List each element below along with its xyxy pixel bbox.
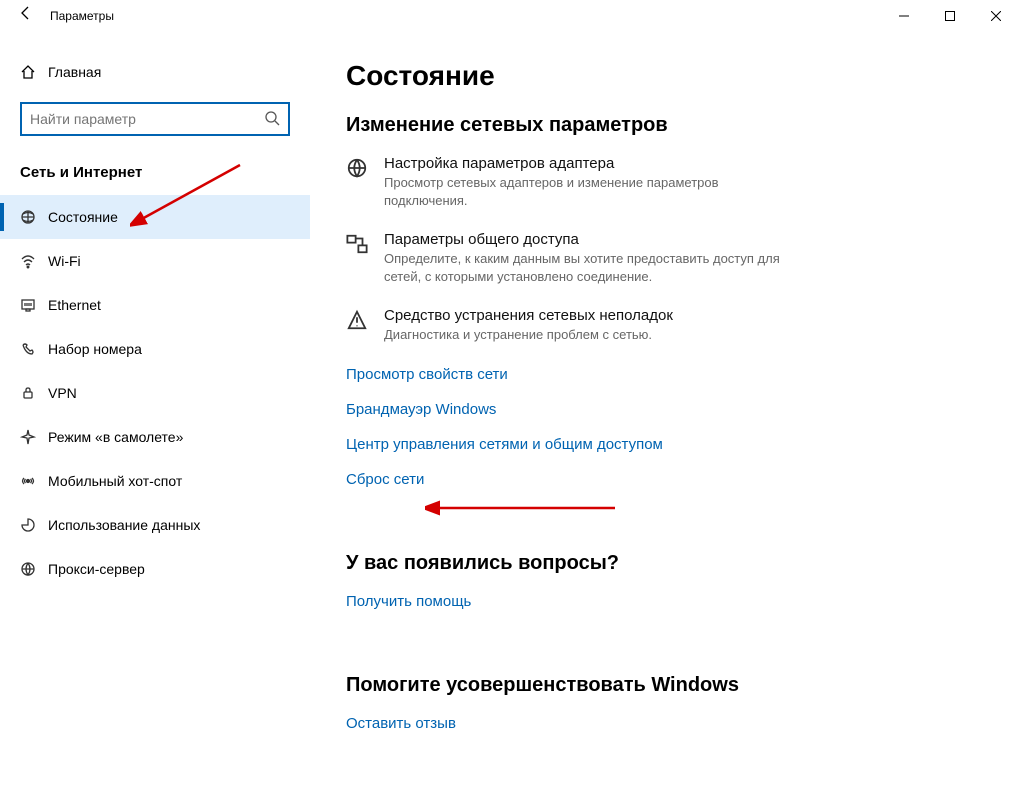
dialup-icon	[20, 341, 48, 357]
option-desc: Просмотр сетевых адаптеров и изменение п…	[384, 174, 804, 209]
wifi-icon	[20, 253, 48, 269]
proxy-icon	[20, 561, 48, 577]
sidebar-item-label: VPN	[48, 385, 77, 401]
sidebar-item-vpn[interactable]: VPN	[0, 371, 310, 415]
sidebar-item-label: Использование данных	[48, 517, 200, 533]
sidebar-item-label: Набор номера	[48, 341, 142, 357]
home-label: Главная	[48, 64, 101, 80]
option-title: Настройка параметров адаптера	[384, 155, 804, 172]
window-controls	[881, 0, 1019, 32]
link-give-feedback[interactable]: Оставить отзыв	[346, 715, 456, 732]
sidebar-item-label: Мобильный хот-спот	[48, 473, 182, 489]
link-network-properties[interactable]: Просмотр свойств сети	[346, 366, 508, 383]
data-usage-icon	[20, 517, 48, 533]
sidebar-item-wifi[interactable]: Wi-Fi	[0, 239, 310, 283]
option-title: Средство устранения сетевых неполадок	[384, 307, 673, 324]
minimize-button[interactable]	[881, 0, 927, 32]
option-title: Параметры общего доступа	[384, 231, 804, 248]
sidebar-item-label: Wi-Fi	[48, 253, 81, 269]
content-area: Состояние Изменение сетевых параметров Н…	[310, 32, 1019, 799]
link-get-help[interactable]: Получить помощь	[346, 593, 471, 610]
option-desc: Диагностика и устранение проблем с сетью…	[384, 326, 673, 344]
globe-icon	[346, 155, 370, 182]
feedback-title: Помогите усовершенствовать Windows	[346, 674, 979, 697]
home-icon	[20, 64, 48, 80]
sidebar-item-proxy[interactable]: Прокси-сервер	[0, 547, 310, 591]
link-network-center[interactable]: Центр управления сетями и общим доступом	[346, 436, 663, 453]
search-box[interactable]	[20, 102, 290, 136]
option-desc: Определите, к каким данным вы хотите пре…	[384, 250, 804, 285]
sidebar-item-data-usage[interactable]: Использование данных	[0, 503, 310, 547]
vpn-icon	[20, 385, 48, 401]
hotspot-icon	[20, 473, 48, 489]
back-button[interactable]	[10, 0, 42, 32]
option-troubleshoot[interactable]: Средство устранения сетевых неполадок Ди…	[346, 307, 979, 344]
page-title: Состояние	[346, 60, 979, 92]
sidebar-item-dialup[interactable]: Набор номера	[0, 327, 310, 371]
search-input[interactable]	[30, 111, 258, 127]
status-icon	[20, 209, 48, 225]
link-network-reset[interactable]: Сброс сети	[346, 471, 424, 488]
app-title: Параметры	[50, 9, 114, 23]
sidebar-item-label: Режим «в самолете»	[48, 429, 183, 445]
link-firewall[interactable]: Брандмауэр Windows	[346, 401, 496, 418]
sidebar-item-label: Состояние	[48, 209, 118, 225]
sidebar-item-status[interactable]: Состояние	[0, 195, 310, 239]
titlebar: Параметры	[0, 0, 1019, 32]
warning-icon	[346, 307, 370, 334]
close-button[interactable]	[973, 0, 1019, 32]
search-icon	[258, 110, 280, 129]
sidebar-item-ethernet[interactable]: Ethernet	[0, 283, 310, 327]
ethernet-icon	[20, 297, 48, 313]
questions-title: У вас появились вопросы?	[346, 552, 979, 575]
option-sharing-settings[interactable]: Параметры общего доступа Определите, к к…	[346, 231, 979, 285]
change-settings-title: Изменение сетевых параметров	[346, 114, 979, 137]
sidebar: Главная Сеть и Интернет Состояние Wi-Fi	[0, 32, 310, 799]
home-button[interactable]: Главная	[0, 54, 310, 90]
sidebar-item-label: Ethernet	[48, 297, 101, 313]
maximize-button[interactable]	[927, 0, 973, 32]
sidebar-item-hotspot[interactable]: Мобильный хот-спот	[0, 459, 310, 503]
sharing-icon	[346, 231, 370, 258]
sidebar-item-label: Прокси-сервер	[48, 561, 145, 577]
sidebar-section-header: Сеть и Интернет	[0, 136, 310, 195]
airplane-icon	[20, 429, 48, 445]
sidebar-item-airplane[interactable]: Режим «в самолете»	[0, 415, 310, 459]
option-adapter-settings[interactable]: Настройка параметров адаптера Просмотр с…	[346, 155, 979, 209]
